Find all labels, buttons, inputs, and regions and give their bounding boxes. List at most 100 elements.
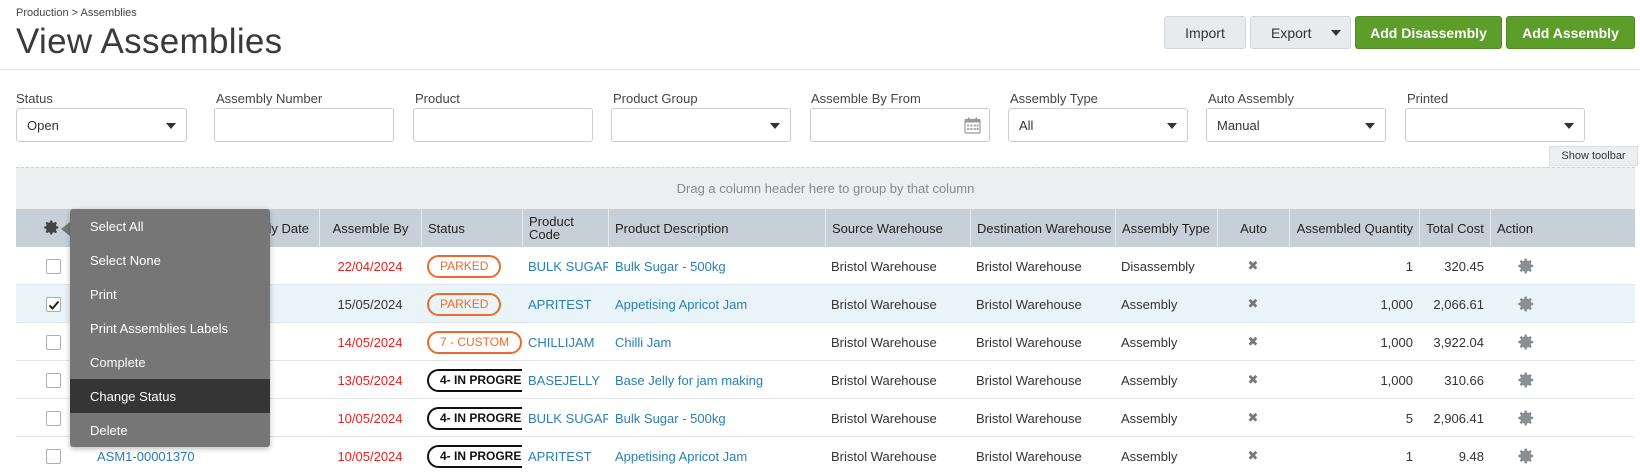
show-toolbar-button[interactable]: Show toolbar xyxy=(1549,146,1638,166)
status-cell: 4- IN PROGRESS xyxy=(427,437,522,473)
product-code-link[interactable]: APRITEST xyxy=(528,285,608,323)
assembly-type: Disassembly xyxy=(1121,258,1195,274)
chevron-down-icon xyxy=(1167,123,1177,129)
status-filter-value: Open xyxy=(27,117,59,133)
column-total-cost[interactable]: Total Cost xyxy=(1419,209,1490,247)
row-checkbox[interactable] xyxy=(46,411,61,426)
auto-assembly-select[interactable]: Manual xyxy=(1206,108,1386,142)
source-warehouse: Bristol Warehouse xyxy=(831,334,937,350)
printed-select[interactable] xyxy=(1405,108,1585,142)
menu-item-delete[interactable]: Delete xyxy=(70,413,270,447)
assembled-quantity: 1,000 xyxy=(1380,334,1413,350)
assemble-by-from-label: Assemble By From xyxy=(811,91,921,106)
assembled-quantity: 1,000 xyxy=(1380,296,1413,312)
source-warehouse: Bristol Warehouse xyxy=(831,372,937,388)
column-assembly-type[interactable]: Assembly Type xyxy=(1115,209,1217,247)
status-filter-select[interactable]: Open xyxy=(16,108,187,142)
header-divider xyxy=(0,69,1640,70)
export-label: Export xyxy=(1271,24,1312,41)
destination-warehouse: Bristol Warehouse xyxy=(976,258,1082,274)
source-warehouse: Bristol Warehouse xyxy=(831,448,937,464)
status-badge: 7 - CUSTOM xyxy=(427,330,522,354)
column-status[interactable]: Status xyxy=(421,209,522,247)
status-badge: 4- IN PROGRESS xyxy=(427,444,522,468)
product-code-link[interactable]: BULK SUGAR xyxy=(528,247,608,285)
status-cell: 4- IN PROGRESS xyxy=(427,399,522,437)
product-group-filter-label: Product Group xyxy=(613,91,698,106)
total-cost: 9.48 xyxy=(1458,448,1484,464)
assembly-type-select[interactable]: All xyxy=(1008,108,1188,142)
product-code-link[interactable]: BASEJELLY xyxy=(528,361,608,399)
product-input[interactable] xyxy=(413,108,593,142)
gear-icon[interactable] xyxy=(43,219,60,236)
group-by-drop-zone[interactable]: Drag a column header here to group by th… xyxy=(16,167,1635,209)
import-button[interactable]: Import xyxy=(1164,16,1246,49)
column-assemble-by[interactable]: Assemble By xyxy=(319,209,421,247)
destination-warehouse: Bristol Warehouse xyxy=(976,410,1082,426)
product-code-link[interactable]: BULK SUGAR xyxy=(528,399,608,437)
product-code-link[interactable]: CHILLIJAM xyxy=(528,323,608,361)
row-action-gear-icon[interactable] xyxy=(1490,361,1562,399)
close-icon: ✖ xyxy=(1247,372,1259,387)
assemble-by-date: 10/05/2024 xyxy=(337,448,403,464)
close-icon: ✖ xyxy=(1247,448,1259,463)
status-badge: PARKED xyxy=(427,254,502,278)
assemble-by-from-input[interactable] xyxy=(810,108,990,142)
column-source-warehouse[interactable]: Source Warehouse xyxy=(825,209,970,247)
menu-item-select-all[interactable]: Select All xyxy=(70,209,270,243)
column-action[interactable]: Action xyxy=(1490,209,1635,247)
row-checkbox[interactable] xyxy=(46,297,61,312)
column-product-description[interactable]: Product Description xyxy=(608,209,825,247)
product-description-link[interactable]: Bulk Sugar - 500kg xyxy=(615,247,825,285)
row-checkbox[interactable] xyxy=(46,335,61,350)
add-disassembly-button[interactable]: Add Disassembly xyxy=(1355,16,1502,49)
total-cost: 310.66 xyxy=(1444,372,1484,388)
product-code-link[interactable]: APRITEST xyxy=(528,437,608,473)
product-description-link[interactable]: Appetising Apricot Jam xyxy=(615,437,825,473)
row-action-gear-icon[interactable] xyxy=(1490,323,1562,361)
row-checkbox[interactable] xyxy=(46,373,61,388)
close-icon: ✖ xyxy=(1247,410,1259,425)
product-group-select[interactable] xyxy=(611,108,791,142)
add-assembly-button[interactable]: Add Assembly xyxy=(1506,16,1635,49)
row-checkbox[interactable] xyxy=(46,259,61,274)
total-cost: 320.45 xyxy=(1444,258,1484,274)
assembled-quantity: 5 xyxy=(1405,410,1413,426)
status-cell: PARKED xyxy=(427,285,522,323)
assembly-type: Assembly xyxy=(1121,334,1178,350)
chevron-down-icon xyxy=(1331,30,1341,36)
calendar-icon[interactable] xyxy=(964,117,981,134)
printed-filter-label: Printed xyxy=(1407,91,1449,106)
menu-item-print[interactable]: Print xyxy=(70,277,270,311)
breadcrumb[interactable]: Production > Assemblies xyxy=(16,7,137,19)
assembly-type-filter-label: Assembly Type xyxy=(1010,91,1098,106)
product-description-link[interactable]: Appetising Apricot Jam xyxy=(615,285,825,323)
column-auto[interactable]: Auto xyxy=(1217,209,1289,247)
row-action-gear-icon[interactable] xyxy=(1490,437,1562,473)
assembled-quantity: 1 xyxy=(1405,448,1413,464)
row-checkbox[interactable] xyxy=(46,449,61,464)
grid-options-menu: Select All Select None Print Print Assem… xyxy=(70,209,270,447)
destination-warehouse: Bristol Warehouse xyxy=(976,296,1082,312)
product-description-link[interactable]: Bulk Sugar - 500kg xyxy=(615,399,825,437)
status-cell: 7 - CUSTOM xyxy=(427,323,522,361)
source-warehouse: Bristol Warehouse xyxy=(831,296,937,312)
row-action-gear-icon[interactable] xyxy=(1490,247,1562,285)
column-destination-warehouse[interactable]: Destination Warehouse xyxy=(970,209,1115,247)
row-action-gear-icon[interactable] xyxy=(1490,399,1562,437)
export-button[interactable]: Export xyxy=(1250,16,1351,49)
assembly-type: Assembly xyxy=(1121,372,1178,388)
column-product-code[interactable]: Product Code xyxy=(522,209,608,247)
row-action-gear-icon[interactable] xyxy=(1490,285,1562,323)
total-cost: 2,066.61 xyxy=(1433,296,1484,312)
column-assembled-quantity[interactable]: Assembled Quantity xyxy=(1289,209,1419,247)
menu-item-select-none[interactable]: Select None xyxy=(70,243,270,277)
product-description-link[interactable]: Base Jelly for jam making xyxy=(615,361,825,399)
assembly-number-input[interactable] xyxy=(214,108,394,142)
assembly-type-value: All xyxy=(1019,117,1034,133)
menu-item-print-labels[interactable]: Print Assemblies Labels xyxy=(70,311,270,345)
group-hint: Drag a column header here to group by th… xyxy=(676,181,975,196)
menu-item-complete[interactable]: Complete xyxy=(70,345,270,379)
menu-item-change-status[interactable]: Change Status xyxy=(70,379,270,413)
product-description-link[interactable]: Chilli Jam xyxy=(615,323,825,361)
